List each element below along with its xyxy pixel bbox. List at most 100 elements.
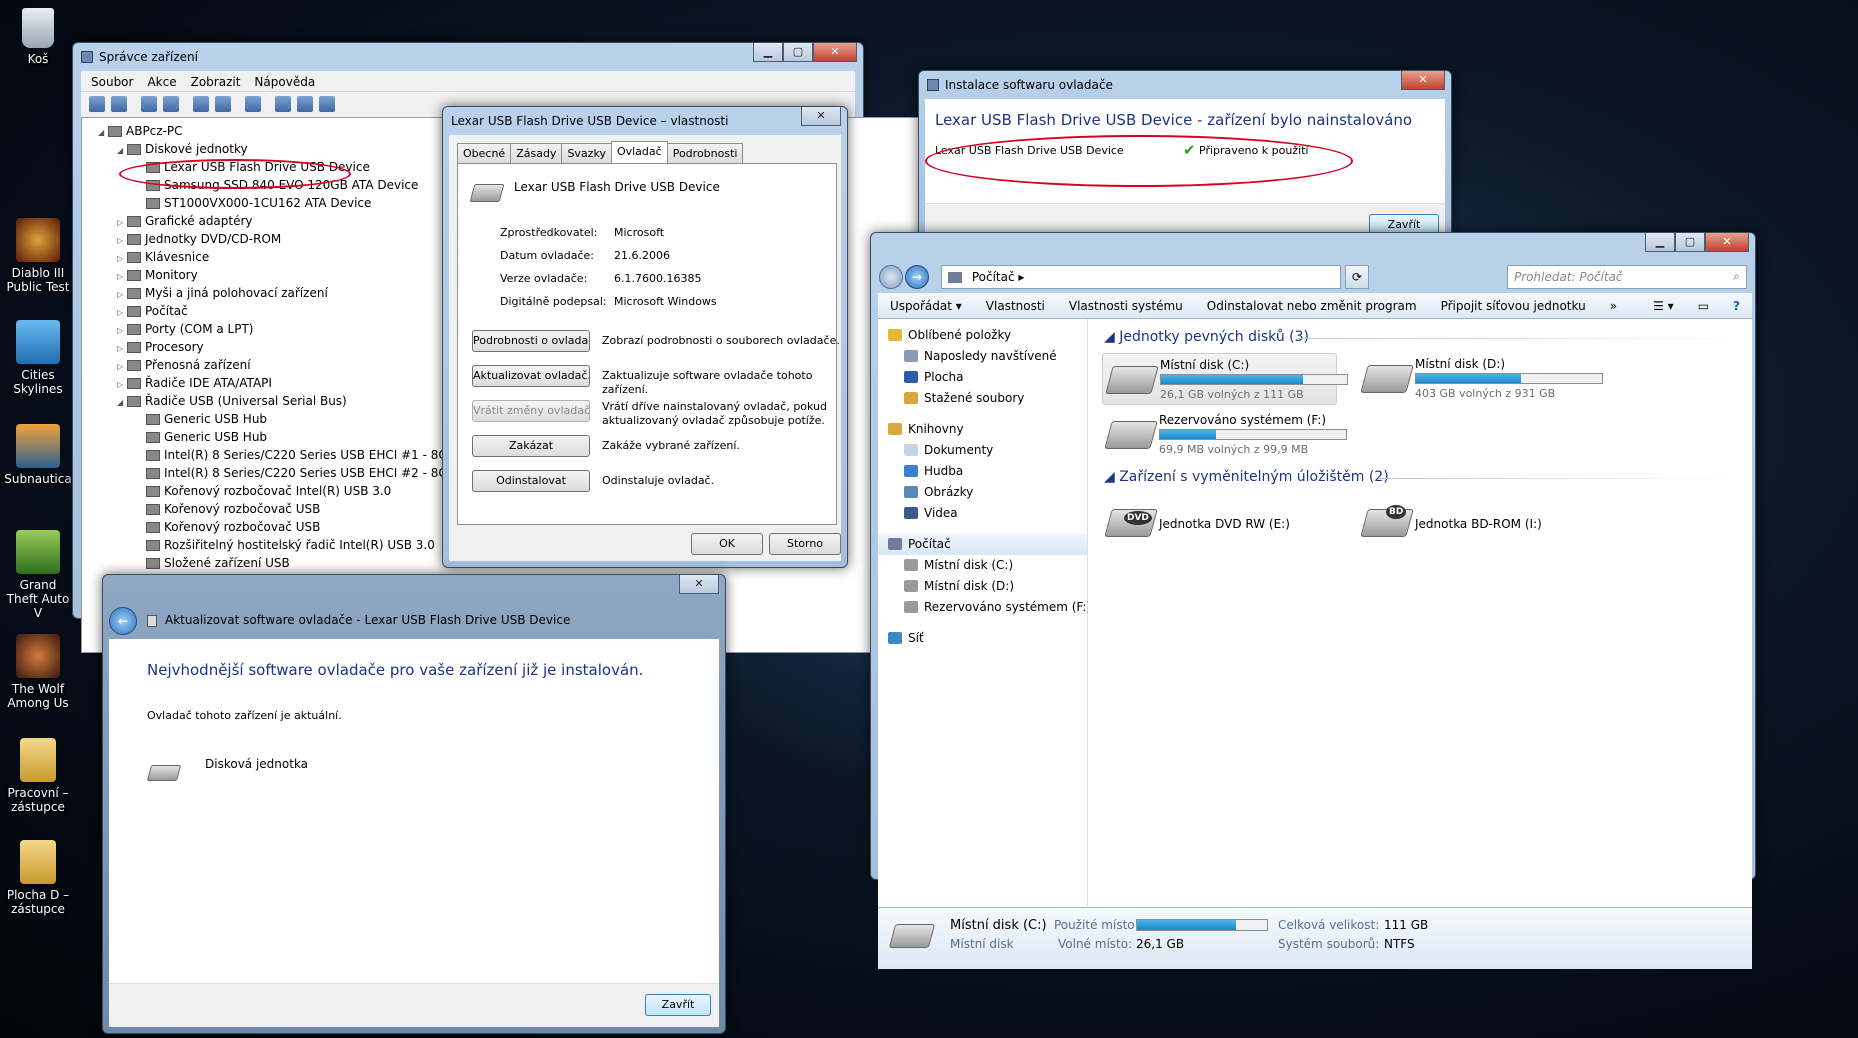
close-button[interactable]: ✕ [801, 107, 841, 126]
drive-f[interactable]: Rezervováno systémem (F:) 69,9 MB volnýc… [1102, 409, 1347, 461]
nav-item[interactable]: Počítač [878, 534, 1087, 555]
tab-obecne[interactable]: Obecné [457, 143, 512, 163]
cmd-more[interactable]: » [1598, 293, 1629, 318]
nav-item[interactable]: Knihovny [878, 419, 1087, 440]
explorer-titlebar[interactable]: ▁ ▢ ✕ [871, 233, 1755, 261]
device-name: Disková jednotka [205, 757, 309, 771]
close-button[interactable]: ✕ [1705, 233, 1749, 252]
tab-svazky[interactable]: Svazky [561, 143, 612, 163]
field-value: Microsoft [614, 226, 665, 239]
cmd-properties[interactable]: Vlastnosti [974, 293, 1057, 318]
nav-item[interactable]: Oblíbené položky [878, 325, 1087, 346]
refresh-icon[interactable]: ⟳ [1345, 265, 1369, 289]
cmd-organize[interactable]: Uspořádat ▾ [878, 293, 974, 318]
help-icon[interactable] [193, 96, 209, 112]
tab-zasady[interactable]: Zásady [510, 143, 563, 163]
rollback-driver-button[interactable]: Vrátit změny ovladače [472, 400, 590, 422]
desktop-icon-gta[interactable]: Grand Theft Auto V [4, 530, 72, 620]
nav-item[interactable]: Rezervováno systémem (F:) [878, 597, 1091, 618]
tab-podrobnosti[interactable]: Podrobnosti [666, 143, 744, 163]
nav-item[interactable]: Síť [878, 628, 1087, 649]
close-button[interactable]: ✕ [813, 43, 857, 62]
cmd-system-properties[interactable]: Vlastnosti systému [1057, 293, 1195, 318]
drive-c[interactable]: Místní disk (C:) 26,1 GB volných z 111 G… [1102, 353, 1348, 405]
tree-item-label: Řadiče IDE ATA/ATAPI [145, 376, 272, 390]
show-hide-tree-icon[interactable] [141, 96, 157, 112]
tree-item-label: Kořenový rozbočovač USB [164, 520, 321, 534]
nav-item[interactable]: Obrázky [878, 482, 1087, 503]
help-icon[interactable]: ? [1721, 293, 1752, 318]
breadcrumb-computer[interactable]: Počítač [972, 270, 1015, 284]
menu-soubor[interactable]: Soubor [91, 75, 133, 91]
nav-item-label: Videa [924, 506, 958, 520]
menu-zobrazit[interactable]: Zobrazit [191, 75, 241, 91]
view-icon[interactable] [215, 96, 231, 112]
desktop-icon-recycle-bin[interactable]: Koš [4, 8, 72, 66]
close-button[interactable]: ✕ [679, 575, 719, 594]
desktop-icon-plocha-d[interactable]: Plocha D – zástupce [4, 840, 72, 916]
menu-napoveda[interactable]: Nápověda [254, 75, 315, 91]
driver-details-button[interactable]: Podrobnosti o ovladači [472, 330, 590, 352]
disable-icon[interactable] [319, 96, 335, 112]
back-nav-button[interactable]: ← [109, 607, 137, 635]
drive-bd[interactable]: BD Jednotka BD-ROM (I:) [1358, 497, 1593, 549]
nav-item[interactable]: Videa [878, 503, 1087, 524]
update-body: Nejvhodnější software ovladače pro vaše … [109, 639, 719, 1027]
minimize-button[interactable]: ▁ [1645, 233, 1675, 252]
desktop-icon-cities[interactable]: Cities Skylines [4, 320, 72, 396]
group-hard-drives[interactable]: ◢ Jednotky pevných disků (3) [1104, 329, 1309, 345]
group-removable[interactable]: ◢ Zařízení s vyměnitelným úložištěm (2) [1104, 469, 1389, 485]
forward-icon[interactable] [111, 96, 127, 112]
nav-item[interactable]: Stažené soubory [878, 388, 1087, 409]
device-icon [146, 432, 160, 443]
close-button[interactable]: ✕ [1401, 71, 1445, 90]
properties-titlebar[interactable]: Lexar USB Flash Drive USB Device – vlast… [443, 107, 847, 135]
nav-item[interactable]: Plocha [878, 367, 1087, 388]
uninstall-button[interactable]: Odinstalovat [472, 470, 590, 492]
device-icon [127, 360, 141, 371]
device-manager-titlebar[interactable]: Správce zařízení ▁ ▢ ✕ [73, 43, 863, 71]
device-icon [146, 558, 160, 569]
nav-item[interactable]: Místní disk (C:) [878, 555, 1087, 576]
back-nav-button[interactable] [879, 265, 903, 289]
nav-item[interactable]: Hudba [878, 461, 1087, 482]
preview-pane-icon[interactable]: ▭ [1686, 293, 1721, 318]
drive-dvd[interactable]: DVD Jednotka DVD RW (E:) [1102, 497, 1337, 549]
address-bar[interactable]: Počítač ▸ [941, 265, 1341, 289]
drive-d[interactable]: Místní disk (D:) 403 GB volných z 931 GB [1358, 353, 1603, 405]
uninstall-icon[interactable] [297, 96, 313, 112]
desktop-icon-pracovni[interactable]: Pracovní – zástupce [4, 738, 72, 814]
disable-button[interactable]: Zakázat [472, 435, 590, 457]
update-titlebar[interactable]: ✕ [103, 575, 725, 603]
nav-item-icon [904, 559, 918, 571]
scan-hardware-icon[interactable] [245, 96, 261, 112]
nav-item[interactable]: Dokumenty [878, 440, 1087, 461]
desktop-icon-diablo[interactable]: Diablo III Public Test [4, 218, 72, 294]
install-titlebar[interactable]: Instalace softwaru ovladače ✕ [919, 71, 1451, 99]
desktop-icon-label: Koš [27, 52, 49, 66]
cancel-button[interactable]: Storno [769, 533, 841, 555]
forward-nav-button[interactable]: → [905, 265, 929, 289]
hard-drive-icon [888, 924, 936, 948]
desktop-icon-subnautica[interactable]: Subnautica [4, 424, 72, 486]
properties-icon[interactable] [163, 96, 179, 112]
nav-item-label: Naposledy navštívené [924, 349, 1057, 363]
maximize-button[interactable]: ▢ [1675, 233, 1705, 252]
maximize-button[interactable]: ▢ [783, 43, 813, 62]
update-driver-button[interactable]: Aktualizovat ovladač... [472, 365, 590, 387]
menu-akce[interactable]: Akce [147, 75, 176, 91]
search-input[interactable]: Prohledat: Počítač ⌕ [1507, 265, 1747, 289]
details-usage-bar [1136, 919, 1268, 931]
cmd-map-network-drive[interactable]: Připojit síťovou jednotku [1429, 293, 1598, 318]
nav-item[interactable]: Místní disk (D:) [878, 576, 1087, 597]
desktop-icon-wolf[interactable]: The Wolf Among Us [4, 634, 72, 710]
minimize-button[interactable]: ▁ [753, 43, 783, 62]
back-icon[interactable] [89, 96, 105, 112]
view-options-icon[interactable]: ☰ ▾ [1641, 293, 1686, 318]
cmd-uninstall-program[interactable]: Odinstalovat nebo změnit program [1195, 293, 1429, 318]
ok-button[interactable]: OK [691, 533, 763, 555]
update-driver-icon[interactable] [275, 96, 291, 112]
close-button[interactable]: Zavřít [645, 994, 711, 1016]
nav-item[interactable]: Naposledy navštívené [878, 346, 1087, 367]
tab-ovladac[interactable]: Ovladač [610, 141, 668, 163]
